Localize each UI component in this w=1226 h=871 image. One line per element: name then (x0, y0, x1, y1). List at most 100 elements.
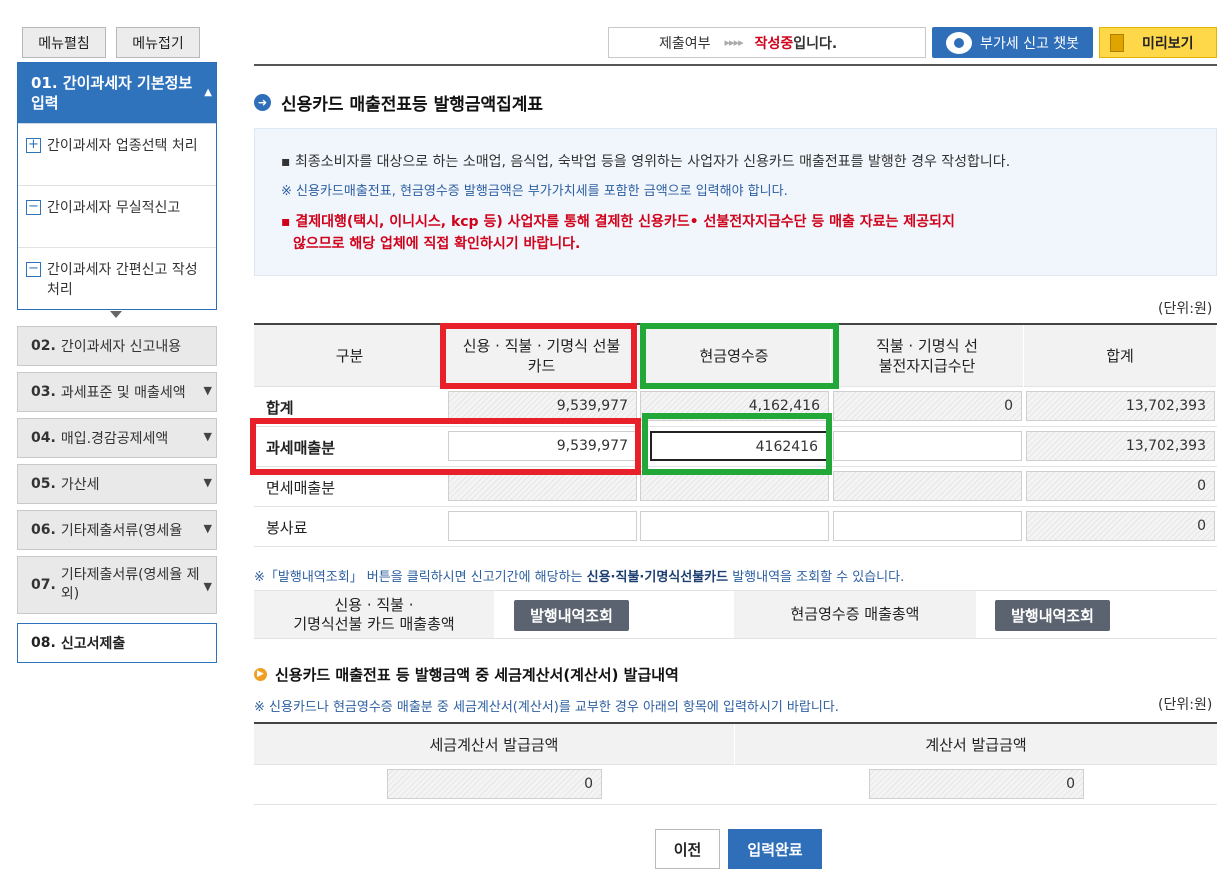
taxable-sum-field: 13,702,393 (1026, 431, 1215, 461)
preview-button[interactable]: 미리보기 (1099, 27, 1217, 58)
lookup-note-bold: 신용·직불·기명식선불카드 (586, 570, 729, 585)
chevron-down-icon: ▼ (203, 580, 212, 593)
step-label: 가산세 (60, 477, 100, 493)
table-row-taxable: 과세매출분 9,539,977 4162416 13,702,393 (254, 427, 1217, 467)
notice-line-2: ※ 신용카드매출전표, 현금영수증 발행금액은 부가가치세를 포함한 금액으로 … (281, 184, 788, 199)
status-value: 작성중 (754, 35, 794, 52)
step-01-num: 01. (31, 74, 58, 92)
step-label: 과세표준 및 매출세액 (60, 385, 186, 401)
exempt-prepaid-field (833, 471, 1022, 501)
tax-invoice-amount-field: 0 (387, 769, 602, 799)
col-header-tax-invoice: 세금계산서 발급금액 (254, 724, 735, 765)
menu-expand-button[interactable]: 메뉴펼침 (22, 27, 106, 58)
lookup-note-suffix: 발행내역을 조회할 수 있습니다. (728, 570, 905, 585)
step-label: 기타제출서류(영세율 (60, 523, 183, 539)
taxable-cash-input[interactable]: 4162416 (650, 431, 828, 461)
col-header-total: 합계 (1024, 325, 1217, 387)
total-cash-field: 4,162,416 (640, 391, 829, 421)
step-07[interactable]: 07. 기타제출서류(영세율 제외) ▼ (17, 556, 217, 614)
preview-label: 미리보기 (1142, 35, 1194, 52)
col-header-invoice: 계산서 발급금액 (925, 736, 1027, 754)
step-num: 02. (31, 338, 56, 354)
step-num: 06. (31, 522, 56, 538)
section2-unit-label: (단위:원) (1158, 697, 1213, 713)
exempt-card-field (448, 471, 637, 501)
col-header-card: 신용 · 직불 · 기명식 선불카드 (446, 325, 638, 387)
step-label: 신고서제출 (60, 636, 126, 652)
card-total-label-2: 기명식선불 카드 매출총액 (293, 614, 455, 633)
card-lookup-button[interactable]: 발행내역조회 (514, 600, 629, 631)
plus-box-icon: + (26, 138, 41, 153)
chatbot-label: 부가세 신고 챗봇 (980, 35, 1080, 52)
lookup-note-prefix: ※「발행내역조회」 버튼을 클릭하시면 신고기간에 해당하는 (254, 570, 587, 585)
step-label: 기타제출서류(영세율 제외) (60, 567, 200, 602)
header-divider (254, 64, 1217, 66)
step-04[interactable]: 04. 매입.경감공제세액 ▼ (17, 418, 217, 458)
cash-total-label: 현금영수증 매출총액 (734, 591, 976, 638)
step-label: 간이과세자 신고내용 (60, 339, 182, 355)
sidebar-subitem-no-activity[interactable]: − 간이과세자 무실적신고 (18, 185, 216, 247)
col-header-category: 구분 (254, 325, 446, 387)
prev-button[interactable]: 이전 (655, 829, 720, 869)
exempt-cash-field (640, 471, 829, 501)
tax-invoice-header: 세금계산서 발급금액 계산서 발급금액 (254, 722, 1217, 765)
taxable-prepaid-input[interactable] (833, 431, 1022, 461)
chevron-up-icon: ▲ (204, 87, 212, 98)
menu-collapse-button[interactable]: 메뉴접기 (116, 27, 200, 58)
total-sum-field: 13,702,393 (1026, 391, 1215, 421)
row-label: 합계 (266, 399, 294, 417)
page-title: ➜ 신용카드 매출전표등 발행금액집계표 (254, 90, 543, 115)
col-header-cash-receipt: 현금영수증 (638, 325, 831, 387)
card-total-label-1: 신용 · 직불 · (334, 595, 414, 614)
step-num: 07. (31, 576, 56, 593)
sidebar-subitem-label: 간이과세자 간편신고 작성 처리 (47, 262, 198, 298)
chevron-down-icon: ▼ (203, 430, 212, 443)
section2-title: ▶ 신용카드 매출전표 등 발행금액 중 세금계산서(계산서) 발급내역 (254, 664, 679, 685)
step-01-header[interactable]: 01. 간이과세자 기본정보 입력 ▲ (18, 63, 216, 123)
arrow-right-circle-icon: ➜ (254, 94, 271, 111)
notice-line-3b: 않으므로 해당 업체에 직접 확인하시기 바랍니다. (293, 236, 581, 252)
notice-line-1: ▪ 최종소비자를 대상으로 하는 소매업, 음식업, 숙박업 등을 영위하는 사… (281, 154, 1011, 170)
chatbot-button[interactable]: 부가세 신고 챗봇 (932, 27, 1093, 58)
sidebar-subitem-label: 간이과세자 업종선택 처리 (47, 138, 198, 154)
card-total-label: 신용 · 직불 · 기명식선불 카드 매출총액 (254, 591, 494, 638)
status-label: 제출여부 (659, 35, 711, 52)
arrows-icon: ▸▸▸▸ (724, 36, 744, 49)
menu-toggle-group: 메뉴펼침 메뉴접기 (22, 27, 200, 58)
service-cash-input[interactable] (640, 511, 829, 541)
step-num: 05. (31, 476, 56, 492)
step-num: 08. (31, 635, 56, 651)
minus-box-icon: − (26, 262, 41, 277)
tax-invoice-row: 0 0 (254, 765, 1217, 805)
row-label: 과세매출분 (266, 439, 336, 457)
service-prepaid-input[interactable] (833, 511, 1022, 541)
row-label: 면세매출분 (266, 479, 336, 497)
taxable-card-input[interactable]: 9,539,977 (448, 431, 637, 461)
step-06[interactable]: 06. 기타제출서류(영세율 ▼ (17, 510, 217, 550)
table-header: 구분 신용 · 직불 · 기명식 선불카드 현금영수증 직불 · 기명식 선불전… (254, 323, 1217, 387)
exempt-sum-field: 0 (1026, 471, 1215, 501)
complete-button[interactable]: 입력완료 (728, 829, 822, 869)
total-prepaid-field: 0 (833, 391, 1022, 421)
sidebar-subitem-simple-report[interactable]: − 간이과세자 간편신고 작성 처리 (18, 247, 216, 309)
step-08[interactable]: 08. 신고서제출 (17, 623, 217, 663)
notice-box: ▪ 최종소비자를 대상으로 하는 소매업, 음식업, 숙박업 등을 영위하는 사… (254, 128, 1217, 276)
caret-down-icon[interactable] (110, 311, 122, 318)
notice-line-3a: ▪ 결제대행(택시, 이니시스, kcp 등) 사업자를 통해 결제한 신용카드… (281, 214, 955, 230)
invoice-amount-field: 0 (869, 769, 1084, 799)
service-sum-field: 0 (1026, 511, 1215, 541)
sidebar-subitem-label: 간이과세자 무실적신고 (47, 200, 181, 216)
chevron-down-icon: ▼ (203, 384, 212, 397)
step-num: 04. (31, 430, 56, 446)
service-card-input[interactable] (448, 511, 637, 541)
section2-title-text: 신용카드 매출전표 등 발행금액 중 세금계산서(계산서) 발급내역 (275, 666, 679, 684)
document-icon (1110, 33, 1124, 52)
step-03[interactable]: 03. 과세표준 및 매출세액 ▼ (17, 372, 217, 412)
notice-line-3: ▪ 결제대행(택시, 이니시스, kcp 등) 사업자를 통해 결제한 신용카드… (281, 211, 1216, 255)
step-02[interactable]: 02. 간이과세자 신고내용 (17, 326, 217, 366)
step-num: 03. (31, 384, 56, 400)
bullet-circle-icon: ▶ (254, 668, 267, 681)
step-05[interactable]: 05. 가산세 ▼ (17, 464, 217, 504)
sidebar-subitem-industry[interactable]: + 간이과세자 업종선택 처리 (18, 123, 216, 185)
cash-lookup-button[interactable]: 발행내역조회 (995, 600, 1110, 631)
